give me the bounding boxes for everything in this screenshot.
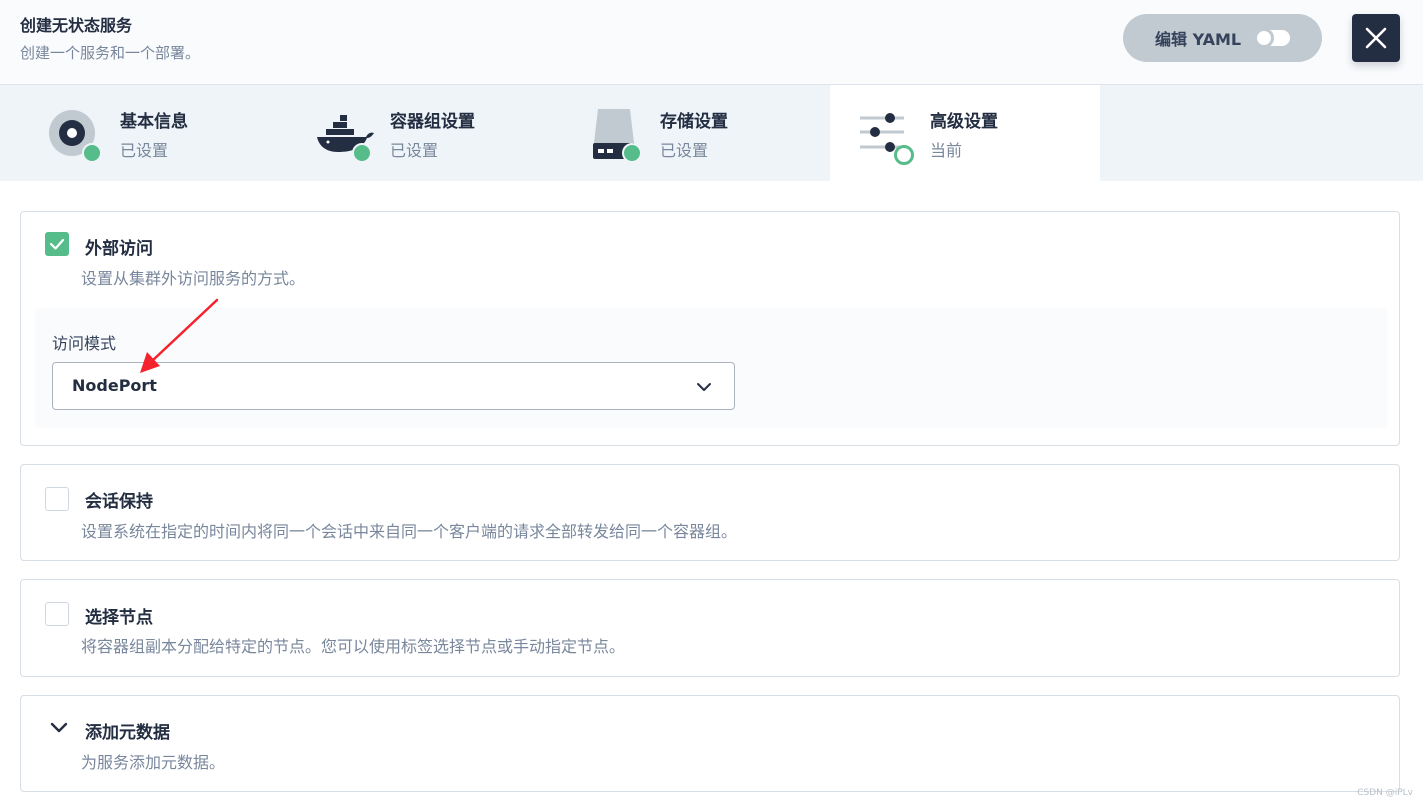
access-mode-label: 访问模式 bbox=[52, 334, 117, 353]
step-title: 基本信息 bbox=[120, 112, 188, 132]
tab-storage-settings[interactable]: 存储设置 已设置 bbox=[540, 85, 810, 181]
step-status: 已设置 bbox=[390, 141, 439, 160]
page-description: 创建一个服务和一个部署。 bbox=[20, 44, 201, 62]
metadata-title: 添加元数据 bbox=[85, 723, 170, 743]
tab-advanced-settings[interactable]: 高级设置 当前 bbox=[830, 85, 1100, 181]
close-button[interactable] bbox=[1352, 14, 1400, 62]
session-affinity-description: 设置系统在指定的时间内将同一个会话中来自同一个客户端的请求全部转发给同一个容器组… bbox=[81, 522, 738, 541]
node-selector-checkbox[interactable] bbox=[45, 602, 69, 626]
metadata-description: 为服务添加元数据。 bbox=[81, 753, 226, 772]
metadata-card: 添加元数据 为服务添加元数据。 bbox=[20, 695, 1400, 792]
session-affinity-checkbox[interactable] bbox=[45, 487, 69, 511]
tab-basic-info[interactable]: 基本信息 已设置 bbox=[0, 85, 270, 181]
access-mode-value: NodePort bbox=[72, 376, 157, 395]
external-access-card: 外部访问 设置从集群外访问服务的方式。 访问模式 NodePort bbox=[20, 211, 1400, 446]
access-mode-select[interactable]: NodePort bbox=[52, 362, 735, 410]
edit-yaml-toggle[interactable]: 编辑 YAML bbox=[1123, 14, 1322, 62]
close-icon bbox=[1365, 27, 1387, 49]
external-access-description: 设置从集群外访问服务的方式。 bbox=[81, 269, 306, 288]
page-title: 创建无状态服务 bbox=[20, 16, 133, 35]
session-affinity-card: 会话保持 设置系统在指定的时间内将同一个会话中来自同一个客户端的请求全部转发给同… bbox=[20, 464, 1400, 561]
step-tabs: 基本信息 已设置 容器组设置 已设置 存储设置 已设置 高级设置 当前 bbox=[0, 85, 1423, 181]
step-status: 已设置 bbox=[120, 141, 169, 160]
step-status: 已设置 bbox=[660, 141, 709, 160]
page-header: 创建无状态服务 创建一个服务和一个部署。 编辑 YAML bbox=[0, 0, 1423, 85]
yaml-switch-knob bbox=[1254, 28, 1274, 48]
edit-yaml-label: 编辑 YAML bbox=[1155, 30, 1242, 49]
external-access-title: 外部访问 bbox=[85, 239, 153, 259]
chevron-down-icon[interactable] bbox=[49, 718, 69, 738]
session-affinity-title: 会话保持 bbox=[85, 492, 153, 512]
node-selector-description: 将容器组副本分配给特定的节点。您可以使用标签选择节点或手动指定节点。 bbox=[81, 637, 626, 656]
status-dot-done bbox=[352, 143, 372, 163]
step-title: 存储设置 bbox=[660, 112, 728, 132]
yaml-switch[interactable] bbox=[1254, 28, 1290, 48]
step-title: 高级设置 bbox=[930, 112, 998, 132]
node-selector-card: 选择节点 将容器组副本分配给特定的节点。您可以使用标签选择节点或手动指定节点。 bbox=[20, 579, 1400, 677]
access-mode-panel: 访问模式 NodePort bbox=[35, 308, 1387, 428]
external-access-checkbox[interactable] bbox=[45, 232, 69, 256]
step-status: 当前 bbox=[930, 141, 963, 160]
watermark: CSDN @iPLv bbox=[1357, 788, 1413, 798]
tab-container-settings[interactable]: 容器组设置 已设置 bbox=[270, 85, 540, 181]
status-dot-current bbox=[894, 145, 914, 165]
chevron-down-icon bbox=[697, 383, 711, 391]
step-title: 容器组设置 bbox=[390, 112, 475, 132]
node-selector-title: 选择节点 bbox=[85, 608, 153, 628]
check-icon bbox=[49, 238, 65, 250]
status-dot-done bbox=[82, 143, 102, 163]
status-dot-done bbox=[622, 143, 642, 163]
